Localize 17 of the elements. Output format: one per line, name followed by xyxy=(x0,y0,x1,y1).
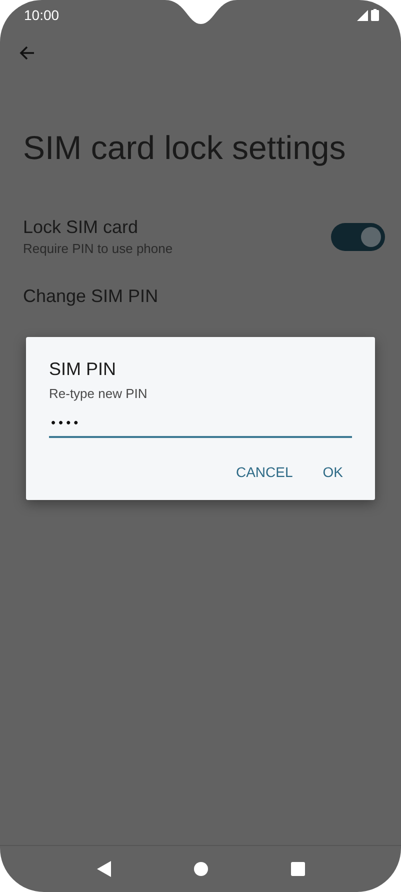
preference-title[interactable]: Lock SIM card xyxy=(23,217,173,238)
cancel-button[interactable]: CANCEL xyxy=(226,456,302,488)
page-title: SIM card lock settings xyxy=(23,129,347,167)
toggle-switch[interactable] xyxy=(331,222,385,250)
back-arrow-icon[interactable] xyxy=(18,44,36,62)
preference-title[interactable]: Change SIM PIN xyxy=(23,286,158,307)
preference-summary: Require PIN to use phone xyxy=(23,241,173,256)
signal-icon xyxy=(357,10,368,20)
back-icon[interactable] xyxy=(96,861,110,877)
pin-input-field[interactable]: •••• xyxy=(49,403,352,438)
dialog-message: Re-type new PIN xyxy=(49,386,148,401)
recents-icon[interactable] xyxy=(290,862,304,876)
status-time: 10:00 xyxy=(24,7,60,23)
dialog-title: SIM PIN xyxy=(49,359,118,380)
battery-icon xyxy=(371,9,379,21)
home-icon[interactable] xyxy=(194,862,208,876)
ok-button[interactable]: OK xyxy=(314,456,352,488)
